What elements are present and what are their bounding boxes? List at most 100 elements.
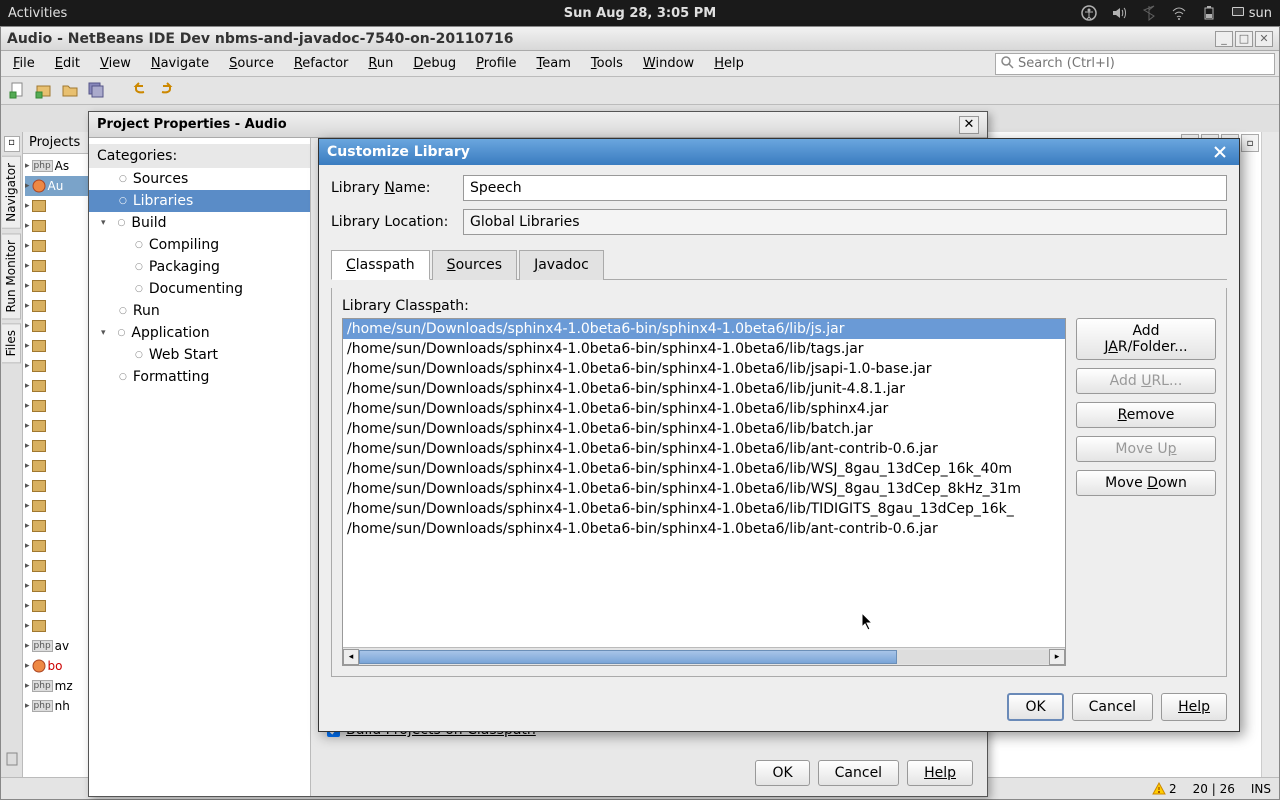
tree-toggle[interactable]: ▸ xyxy=(25,601,30,611)
pp-cat-libraries[interactable]: ○Libraries xyxy=(89,190,310,212)
tree-row[interactable]: ▸phpnh xyxy=(25,696,90,716)
cl-tab-javadoc[interactable]: Javadoc xyxy=(519,250,604,280)
cl-scrollbar[interactable]: ◂ ▸ xyxy=(343,647,1065,665)
scroll-track[interactable] xyxy=(359,650,1049,664)
new-file-icon[interactable] xyxy=(9,81,29,101)
tree-toggle[interactable]: ▸ xyxy=(25,581,30,591)
tree-toggle[interactable]: ▸ xyxy=(25,201,30,211)
pp-cat-web-start[interactable]: ○Web Start xyxy=(89,344,310,366)
pp-cat-build[interactable]: ▾○Build xyxy=(89,212,310,234)
cl-list-row[interactable]: /home/sun/Downloads/sphinx4-1.0beta6-bin… xyxy=(343,479,1065,499)
tree-row[interactable]: ▸ xyxy=(25,516,90,536)
pp-help-button[interactable]: Help xyxy=(907,760,973,786)
tree-row[interactable]: ▸ xyxy=(25,196,90,216)
tree-toggle[interactable]: ▸ xyxy=(25,441,30,451)
cl-titlebar[interactable]: Customize Library xyxy=(319,139,1239,165)
pp-cat-application[interactable]: ▾○Application xyxy=(89,322,310,344)
menu-source[interactable]: Source xyxy=(221,53,282,74)
projects-tree[interactable]: ▸phpAs▸Au▸▸▸▸▸▸▸▸▸▸▸▸▸▸▸▸▸▸▸▸▸▸▸phpav▸bo… xyxy=(23,154,92,718)
tree-toggle[interactable]: ▸ xyxy=(25,181,30,191)
tree-toggle[interactable]: ▸ xyxy=(25,561,30,571)
volume-icon[interactable] xyxy=(1111,5,1127,21)
cl-tab-sources[interactable]: Sources xyxy=(432,250,517,280)
tree-row[interactable]: ▸ xyxy=(25,456,90,476)
bluetooth-icon[interactable] xyxy=(1141,5,1157,21)
tree-row[interactable]: ▸ xyxy=(25,376,90,396)
pp-cat-packaging[interactable]: ○Packaging xyxy=(89,256,310,278)
tree-toggle[interactable]: ▸ xyxy=(25,161,30,171)
scroll-thumb[interactable] xyxy=(359,650,897,664)
pp-cat-documenting[interactable]: ○Documenting xyxy=(89,278,310,300)
tree-toggle[interactable]: ▸ xyxy=(25,501,30,511)
tree-row[interactable]: ▸phpAs xyxy=(25,156,90,176)
minimize-tab-icon[interactable]: ▫ xyxy=(4,136,20,152)
cl-list-row[interactable]: /home/sun/Downloads/sphinx4-1.0beta6-bin… xyxy=(343,399,1065,419)
cl-help-button[interactable]: Help xyxy=(1161,693,1227,721)
menu-debug[interactable]: Debug xyxy=(405,53,464,74)
insert-mode[interactable]: INS xyxy=(1251,782,1271,796)
pp-cat-sources[interactable]: ○Sources xyxy=(89,168,310,190)
accessibility-icon[interactable] xyxy=(1081,5,1097,21)
nav-max-button[interactable]: ▫ xyxy=(1241,134,1259,152)
tree-row[interactable]: ▸ xyxy=(25,356,90,376)
projects-tab[interactable]: Projects xyxy=(23,132,92,154)
tree-toggle[interactable]: ▸ xyxy=(25,241,30,251)
cl-list-row[interactable]: /home/sun/Downloads/sphinx4-1.0beta6-bin… xyxy=(343,439,1065,459)
cl-name-input[interactable] xyxy=(463,175,1227,201)
cl-list-row[interactable]: /home/sun/Downloads/sphinx4-1.0beta6-bin… xyxy=(343,499,1065,519)
clipboard-icon[interactable] xyxy=(4,751,20,771)
cl-list-row[interactable]: /home/sun/Downloads/sphinx4-1.0beta6-bin… xyxy=(343,339,1065,359)
tree-toggle[interactable]: ▸ xyxy=(25,681,30,691)
menu-view[interactable]: View xyxy=(92,53,139,74)
cl-list-row[interactable]: /home/sun/Downloads/sphinx4-1.0beta6-bin… xyxy=(343,459,1065,479)
menu-file[interactable]: File xyxy=(5,53,43,74)
tree-row[interactable]: ▸ xyxy=(25,616,90,636)
tree-toggle[interactable]: ▸ xyxy=(25,401,30,411)
pp-cat-compiling[interactable]: ○Compiling xyxy=(89,234,310,256)
pp-cancel-button[interactable]: Cancel xyxy=(818,760,899,786)
save-all-icon[interactable] xyxy=(87,81,107,101)
cl-list-row[interactable]: /home/sun/Downloads/sphinx4-1.0beta6-bin… xyxy=(343,519,1065,539)
cl-remove-button[interactable]: Remove xyxy=(1076,402,1216,428)
tree-toggle[interactable]: ▸ xyxy=(25,381,30,391)
tree-toggle[interactable]: ▸ xyxy=(25,281,30,291)
pp-titlebar[interactable]: Project Properties - Audio ✕ xyxy=(89,112,987,138)
tree-toggle[interactable]: ▸ xyxy=(25,661,30,671)
tree-row[interactable]: ▸ xyxy=(25,296,90,316)
cl-list-row[interactable]: /home/sun/Downloads/sphinx4-1.0beta6-bin… xyxy=(343,319,1065,339)
cl-list-row[interactable]: /home/sun/Downloads/sphinx4-1.0beta6-bin… xyxy=(343,419,1065,439)
tree-row[interactable]: ▸ xyxy=(25,336,90,356)
tree-row[interactable]: ▸ xyxy=(25,276,90,296)
warnings-indicator[interactable]: 2 xyxy=(1152,782,1177,796)
battery-icon[interactable] xyxy=(1201,5,1217,21)
user-menu[interactable]: sun xyxy=(1231,6,1272,21)
tree-toggle[interactable]: ▸ xyxy=(25,421,30,431)
redo-icon[interactable] xyxy=(157,81,177,101)
cl-move-down-button[interactable]: Move Down xyxy=(1076,470,1216,496)
tree-row[interactable]: ▸ xyxy=(25,476,90,496)
undo-icon[interactable] xyxy=(131,81,151,101)
cl-tab-classpath[interactable]: Classpath xyxy=(331,250,430,280)
tree-row[interactable]: ▸ xyxy=(25,436,90,456)
tree-row[interactable]: ▸ xyxy=(25,576,90,596)
expand-toggle[interactable]: ▾ xyxy=(101,218,106,228)
activities-button[interactable]: Activities xyxy=(8,6,67,21)
tree-toggle[interactable]: ▸ xyxy=(25,361,30,371)
tree-row[interactable]: ▸phpmz xyxy=(25,676,90,696)
cl-list-row[interactable]: /home/sun/Downloads/sphinx4-1.0beta6-bin… xyxy=(343,379,1065,399)
tree-toggle[interactable]: ▸ xyxy=(25,321,30,331)
tree-toggle[interactable]: ▸ xyxy=(25,301,30,311)
maximize-button[interactable]: □ xyxy=(1235,31,1253,47)
tree-row[interactable]: ▸ xyxy=(25,396,90,416)
menu-tools[interactable]: Tools xyxy=(583,53,631,74)
open-icon[interactable] xyxy=(61,81,81,101)
tree-row[interactable]: ▸ xyxy=(25,216,90,236)
menu-profile[interactable]: Profile xyxy=(468,53,524,74)
tree-toggle[interactable]: ▸ xyxy=(25,261,30,271)
tree-row[interactable]: ▸ xyxy=(25,596,90,616)
cl-close-button[interactable] xyxy=(1209,141,1231,163)
pp-ok-button[interactable]: OK xyxy=(755,760,809,786)
menu-window[interactable]: Window xyxy=(635,53,702,74)
expand-toggle[interactable]: ▾ xyxy=(101,328,106,338)
tree-row[interactable]: ▸ xyxy=(25,236,90,256)
